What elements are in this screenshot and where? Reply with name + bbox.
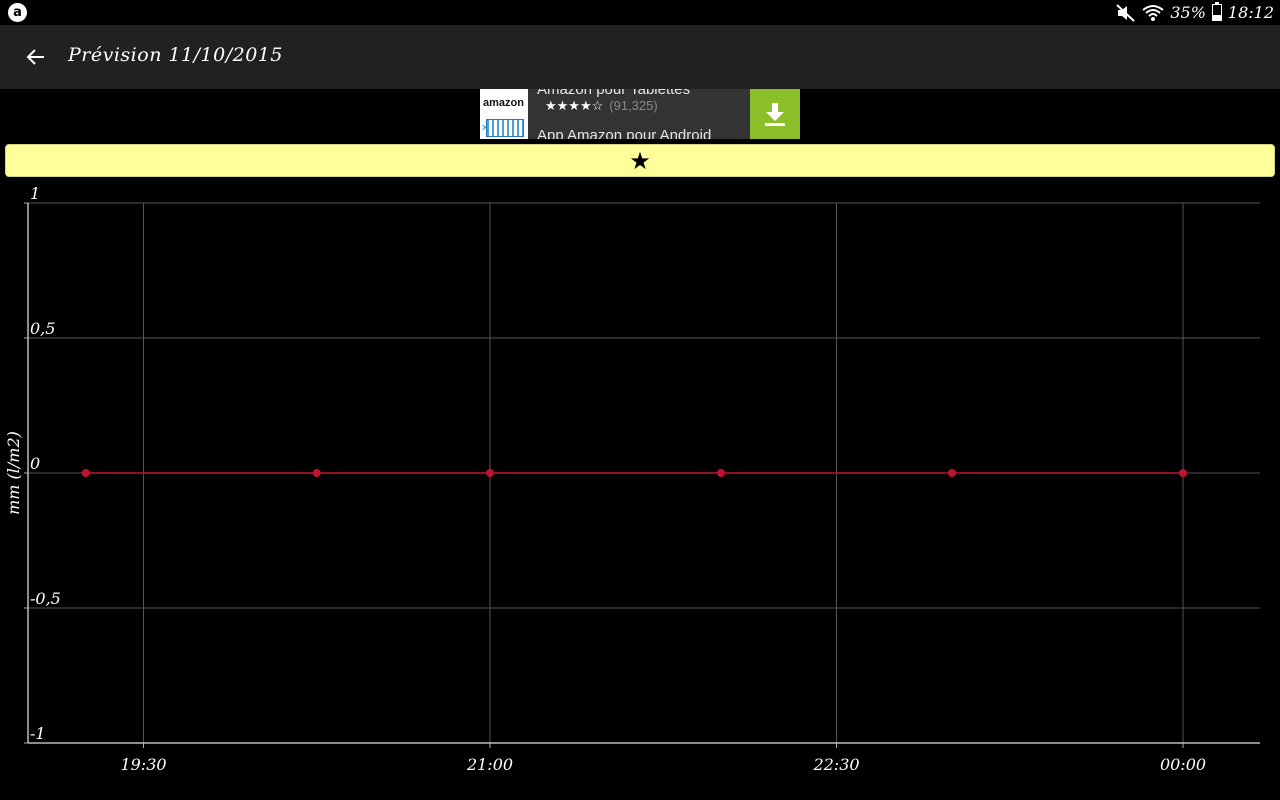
app-bar: Prévision 11/10/2015 xyxy=(0,25,1280,89)
page-title: Prévision 11/10/2015 xyxy=(68,44,283,66)
y-tick-label: 0 xyxy=(30,454,40,473)
y-tick-label: -1 xyxy=(30,724,46,743)
data-point[interactable] xyxy=(312,469,321,477)
data-point[interactable] xyxy=(81,469,90,477)
data-point[interactable] xyxy=(1179,469,1187,477)
battery-percent: 35% xyxy=(1170,3,1206,22)
y-tick-label: -0,5 xyxy=(30,589,61,608)
favorite-bar[interactable]: ★ xyxy=(5,144,1275,177)
ad-banner[interactable]: amazon ✕ Amazon pour Tablettes ★★★★☆ (91,… xyxy=(480,89,800,139)
data-point[interactable] xyxy=(486,469,494,477)
star-icon: ★ xyxy=(629,146,651,175)
status-icons: 35% 18:12 xyxy=(1116,0,1274,25)
data-point[interactable] xyxy=(948,469,956,477)
x-tick-label: 00:00 xyxy=(1160,755,1206,774)
wifi-icon xyxy=(1142,4,1164,21)
download-icon xyxy=(765,103,785,126)
status-bar: a 35% 18:12 xyxy=(0,0,1280,25)
data-point[interactable] xyxy=(717,469,725,477)
forecast-chart: 1 0,5 0 -0,5 -1 19:30 21:00 22:30 00:00 mm (l/m2) xyxy=(4,184,1260,774)
ad-subtitle: App Amazon pour Android xyxy=(537,127,712,139)
y-tick-label: 0,5 xyxy=(30,319,55,338)
clock: 18:12 xyxy=(1227,3,1274,22)
x-tick-label: 22:30 xyxy=(812,755,859,774)
ad-stars: ★★★★☆ xyxy=(545,98,604,113)
ad-title: Amazon pour Tablettes xyxy=(537,89,691,98)
back-button[interactable] xyxy=(18,39,54,75)
cart-icon xyxy=(486,119,524,137)
ad-download-button[interactable] xyxy=(750,89,800,139)
ad-rating: ★★★★☆ (91,325) xyxy=(545,98,658,114)
y-tick-label: 1 xyxy=(30,184,40,203)
x-tick-label: 21:00 xyxy=(466,755,513,774)
ad-close-icon[interactable]: ✕ xyxy=(481,123,489,134)
ad-rating-count: (91,325) xyxy=(609,98,658,113)
amazon-logo: amazon ✕ xyxy=(480,89,528,139)
battery-icon xyxy=(1211,2,1222,21)
app-notification-icon: a xyxy=(8,3,27,22)
y-axis-title: mm (l/m2) xyxy=(4,431,23,515)
arrow-left-icon xyxy=(26,49,44,65)
x-tick-label: 19:30 xyxy=(120,755,166,774)
mute-icon xyxy=(1116,3,1136,22)
ad-brand: amazon xyxy=(483,97,524,109)
